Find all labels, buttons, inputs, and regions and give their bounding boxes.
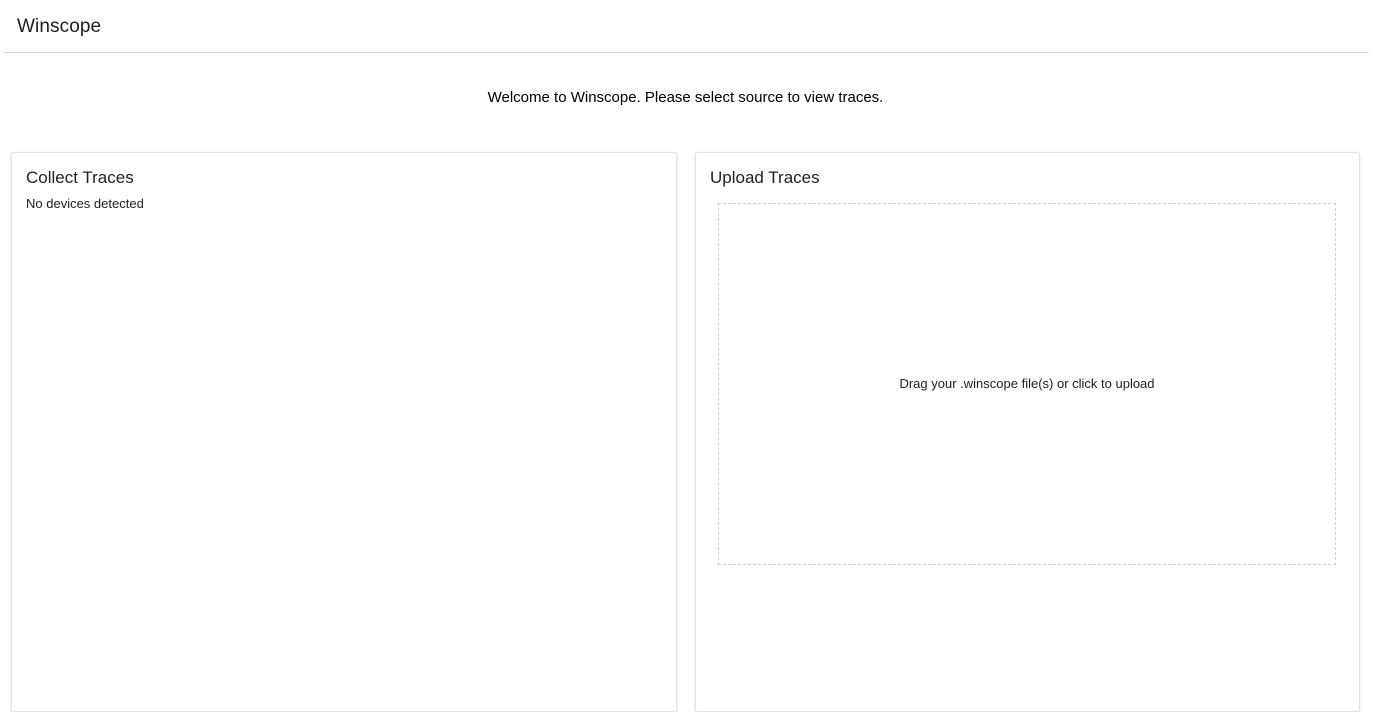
collect-traces-title: Collect Traces <box>26 168 134 187</box>
device-status-text: No devices detected <box>26 196 144 211</box>
upload-traces-card: Upload Traces Drag your .winscope file(s… <box>695 152 1360 712</box>
collect-traces-card: Collect Traces No devices detected <box>11 152 677 712</box>
app-title: Winscope <box>17 16 102 37</box>
welcome-message: Welcome to Winscope. Please select sourc… <box>487 89 884 106</box>
top-toolbar: Winscope <box>4 0 1369 53</box>
upload-traces-title: Upload Traces <box>710 168 820 187</box>
drop-zone-label: Drag your .winscope file(s) or click to … <box>899 376 1155 391</box>
upload-drop-zone[interactable]: Drag your .winscope file(s) or click to … <box>718 203 1336 565</box>
